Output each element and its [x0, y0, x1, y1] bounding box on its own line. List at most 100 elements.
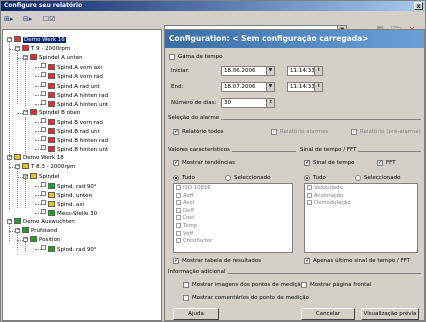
- alarm-reports-checkbox[interactable]: ✓: [271, 129, 277, 135]
- folder-icon: [22, 163, 29, 170]
- show-images-checkbox[interactable]: [183, 282, 189, 288]
- signal-list[interactable]: Velocidade Aceleração Demodulação: [304, 183, 418, 253]
- node-checkbox[interactable]: [41, 63, 46, 69]
- list-item-checkbox[interactable]: [176, 192, 181, 198]
- tree-folder-item[interactable]: − Demo Auswuchten: [7, 218, 75, 226]
- show-trends-checkbox[interactable]: ✓: [173, 160, 179, 166]
- start-date-field[interactable]: 18.06.2006 ▼: [221, 66, 275, 76]
- list-item-label: ISO 10816: [183, 185, 211, 191]
- tree-leaf-item[interactable]: Spind.B hinten unt: [41, 145, 108, 153]
- spinner-icon[interactable]: ⇕: [314, 83, 322, 91]
- time-range-checkbox[interactable]: [169, 54, 175, 60]
- tree-leaf-item[interactable]: Spind.A hinten unt: [41, 99, 108, 108]
- tree-folder-item[interactable]: − Spindel: [23, 172, 59, 181]
- list-item-checkbox[interactable]: [176, 223, 181, 228]
- signal-selected-radio[interactable]: [355, 175, 361, 181]
- tree-leaf-item[interactable]: Mess-Stelle 30: [41, 208, 97, 217]
- node-checkbox[interactable]: [41, 72, 46, 78]
- list-item-checkbox[interactable]: [176, 185, 181, 190]
- list-item-checkbox[interactable]: [176, 200, 181, 206]
- tree-leaf-item[interactable]: Spind.A rad unt: [41, 81, 100, 90]
- show-front-checkbox[interactable]: [301, 282, 307, 288]
- last-only-checkbox[interactable]: ✓: [304, 258, 310, 264]
- char-selected-radio[interactable]: [225, 175, 231, 181]
- collapse-node-icon[interactable]: −: [23, 109, 28, 115]
- list-item[interactable]: Aeff: [176, 192, 193, 200]
- node-checkbox[interactable]: [41, 90, 46, 96]
- select-tree-icon[interactable]: ☐☑: [43, 14, 56, 24]
- tree-folder-item[interactable]: − Position: [23, 236, 60, 244]
- list-item-checkbox[interactable]: [307, 192, 312, 198]
- tree-leaf-item[interactable]: Spind.B rad unt: [41, 127, 100, 135]
- node-checkbox[interactable]: [41, 145, 46, 151]
- end-time-field[interactable]: 11:14:33 ⇕: [287, 82, 323, 92]
- collapse-tree-icon[interactable]: ⊟▸: [23, 14, 32, 24]
- tree-leaf-item[interactable]: Spind. rad 90°: [41, 181, 97, 190]
- list-item[interactable]: Dsel: [176, 215, 195, 222]
- warn-reports-checkbox[interactable]: ✓: [351, 129, 357, 135]
- char-all-radio[interactable]: [173, 175, 179, 181]
- chevron-down-icon[interactable]: ▼: [266, 83, 274, 91]
- list-item-checkbox[interactable]: [307, 200, 312, 206]
- tree-leaf-item[interactable]: Spind.A vorn rad: [41, 72, 103, 80]
- start-time-field[interactable]: 11:14:33 ⇕: [287, 66, 323, 76]
- spinner-icon[interactable]: ⇕: [314, 67, 322, 75]
- end-date-field[interactable]: 18.07.2006 ▼: [221, 82, 275, 92]
- list-item-checkbox[interactable]: [176, 238, 181, 244]
- tree-leaf-item[interactable]: Spind.B hinten rad: [41, 136, 108, 144]
- tree-item-label: Spind.B vorn rad: [57, 119, 103, 126]
- tree-leaf-item[interactable]: Spind. rad 90°: [41, 245, 97, 253]
- node-checkbox[interactable]: [41, 136, 46, 142]
- node-checkbox[interactable]: [41, 117, 46, 123]
- node-checkbox[interactable]: [41, 99, 46, 105]
- list-item[interactable]: ISO 10816: [176, 185, 211, 192]
- list-item[interactable]: Velocidade: [307, 185, 343, 192]
- list-item[interactable]: Demodulação: [307, 200, 351, 207]
- chevron-down-icon[interactable]: ▼: [266, 67, 274, 75]
- tree-folder-item[interactable]: − Spindel B oben: [23, 108, 80, 117]
- tree-leaf-item[interactable]: Spind. unten: [41, 190, 92, 199]
- preview-button[interactable]: Visualização prévia: [361, 308, 419, 320]
- list-item[interactable]: Crestfactor: [176, 238, 212, 245]
- signal-all-radio[interactable]: [304, 175, 310, 181]
- tree-leaf-item[interactable]: Spind.A hinten rad: [41, 90, 108, 99]
- char-values-list[interactable]: ISO 10816 Aeff Axel Deff Dsel Temp Veff Crestfa…: [173, 183, 293, 253]
- spinner-icon[interactable]: ⇕: [266, 99, 274, 107]
- fft-checkbox[interactable]: ✓: [377, 160, 383, 166]
- list-item-checkbox[interactable]: [176, 207, 181, 213]
- list-item-checkbox[interactable]: [176, 230, 181, 236]
- all-reports-checkbox[interactable]: ✓: [173, 129, 179, 135]
- tree-folder-item[interactable]: − T 9 - 2000rpm: [15, 45, 70, 53]
- list-item-label: Aceleração: [314, 192, 344, 199]
- tree-folder-item[interactable]: − Demo Werk 16: [7, 36, 66, 44]
- tree-leaf-item[interactable]: Spind. axi: [41, 199, 84, 208]
- cancel-button[interactable]: Cancelar: [301, 308, 355, 320]
- node-checkbox[interactable]: [41, 208, 46, 214]
- list-item-checkbox[interactable]: [307, 185, 312, 190]
- list-item[interactable]: Deff: [176, 207, 194, 215]
- tree-folder-item[interactable]: − Spindel A unten: [23, 54, 83, 62]
- list-item[interactable]: Aceleração: [307, 192, 344, 200]
- node-checkbox[interactable]: [41, 81, 46, 87]
- tree-leaf-item[interactable]: Spind.B vorn rad: [41, 117, 103, 126]
- list-item[interactable]: Temp: [176, 223, 197, 230]
- days-field[interactable]: 30 ⇕: [221, 98, 275, 108]
- node-checkbox[interactable]: [41, 190, 46, 196]
- tree-leaf-item[interactable]: Spind.A vorn axi: [41, 63, 102, 71]
- node-checkbox[interactable]: [41, 127, 46, 132]
- expand-tree-icon[interactable]: ⊞▸: [4, 14, 13, 24]
- help-button[interactable]: Ajuda: [173, 308, 219, 320]
- time-signal-checkbox[interactable]: ✓: [304, 160, 310, 166]
- show-comments-checkbox[interactable]: [183, 295, 189, 301]
- list-item[interactable]: Axel: [176, 200, 194, 207]
- list-item-checkbox[interactable]: [176, 215, 181, 221]
- node-checkbox[interactable]: [41, 181, 46, 187]
- tree-folder-item[interactable]: − T 8.3 - 2000rpm: [15, 163, 75, 171]
- node-checkbox[interactable]: [41, 199, 46, 205]
- list-item[interactable]: Veff: [176, 230, 193, 238]
- node-checkbox[interactable]: [41, 245, 46, 251]
- tree-folder-item[interactable]: − Prüfstand: [15, 227, 57, 235]
- close-button[interactable]: x: [414, 2, 423, 10]
- show-results-checkbox[interactable]: ✓: [173, 258, 179, 264]
- tree-folder-item[interactable]: − Demo Werk 18: [7, 154, 64, 162]
